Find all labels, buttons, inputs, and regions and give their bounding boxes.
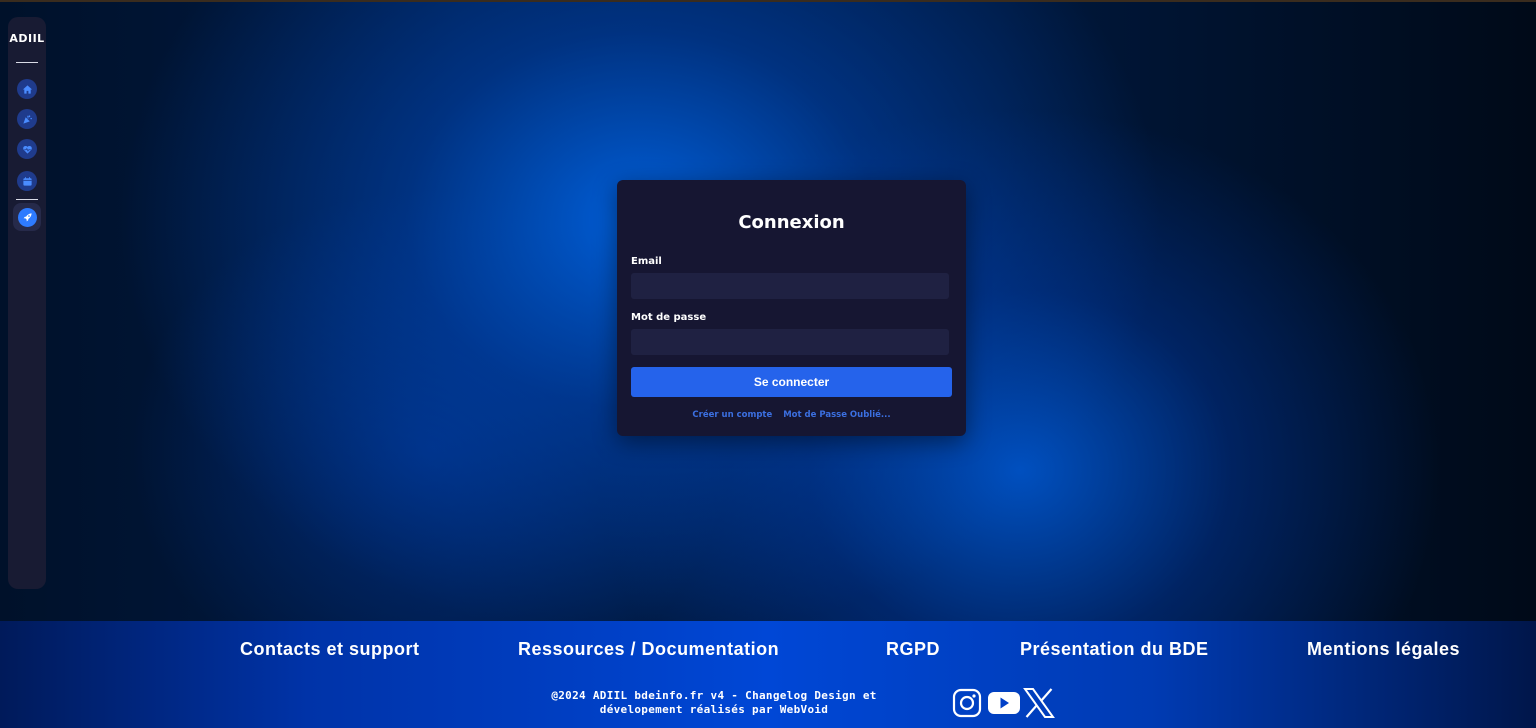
home-icon <box>22 84 32 94</box>
x-icon <box>1023 688 1055 718</box>
footer-link-resources[interactable]: Ressources / Documentation <box>518 639 779 660</box>
rocket-icon <box>23 212 32 221</box>
instagram-icon <box>952 688 982 718</box>
sidebar-item-launch[interactable] <box>13 203 41 231</box>
footer-link-legal[interactable]: Mentions légales <box>1307 639 1460 660</box>
sidebar-item-launch-circle <box>17 207 37 227</box>
forgot-password-link[interactable]: Mot de Passe Oublié... <box>783 410 890 420</box>
youtube-icon <box>988 692 1020 714</box>
instagram-link[interactable] <box>952 688 982 718</box>
footer-link-rgpd[interactable]: RGPD <box>886 639 940 660</box>
copyright-line: dévelopement réalisés par WebVoid <box>599 703 829 716</box>
sidebar-item-home[interactable] <box>17 79 37 99</box>
password-label: Mot de passe <box>631 312 707 323</box>
password-field[interactable] <box>631 329 949 355</box>
calendar-icon <box>22 176 32 186</box>
footer-link-contacts[interactable]: Contacts et support <box>240 639 420 660</box>
youtube-link[interactable] <box>987 688 1021 718</box>
login-button[interactable]: Se connecter <box>631 367 952 397</box>
copyright-text: @2024 ADIIL bdeinfo.fr v4 - Changelog De… <box>510 689 918 717</box>
copyright-line: @2024 ADIIL bdeinfo.fr v4 - Changelog De… <box>551 689 877 702</box>
login-card: Connexion Email Mot de passe Se connecte… <box>617 180 966 436</box>
email-label: Email <box>631 256 662 267</box>
sidebar-divider <box>16 62 38 63</box>
login-title: Connexion <box>738 212 845 233</box>
sidebar-item-health[interactable] <box>17 139 37 159</box>
account-links: Créer un compte Mot de Passe Oublié... <box>617 410 966 420</box>
x-link[interactable] <box>1022 686 1056 720</box>
email-field[interactable] <box>631 273 949 299</box>
window-top-border <box>0 0 1536 2</box>
sidebar: ADIIL <box>8 17 46 589</box>
footer-link-bde[interactable]: Présentation du BDE <box>1020 639 1209 660</box>
sidebar-item-calendar[interactable] <box>17 171 37 191</box>
party-popper-icon <box>22 114 32 124</box>
footer: Contacts et support Ressources / Documen… <box>0 621 1536 728</box>
heart-icon <box>22 145 32 154</box>
create-account-link[interactable]: Créer un compte <box>692 410 772 420</box>
sidebar-item-events[interactable] <box>17 109 37 129</box>
sidebar-divider <box>16 199 38 200</box>
adiil-logo[interactable]: ADIIL <box>8 32 46 45</box>
